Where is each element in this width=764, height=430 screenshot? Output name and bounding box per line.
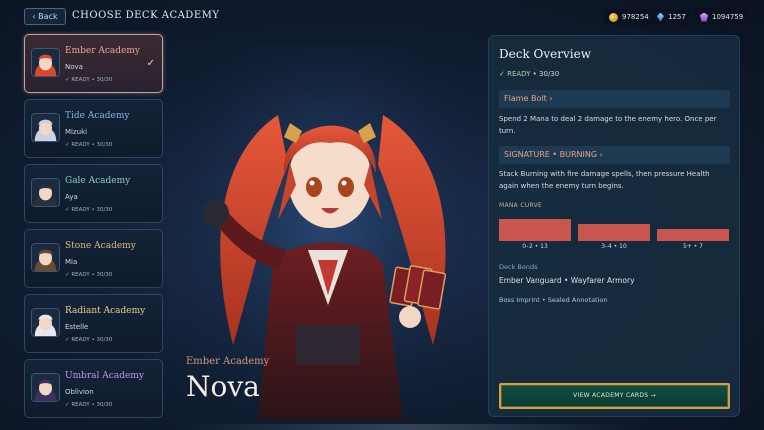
- hero-avatar: [31, 178, 60, 207]
- deck-overview-panel: Deck Overview ✓ READY • 30/30 Flame Bolt…: [488, 35, 740, 417]
- overview-status: ✓ READY • 30/30: [499, 70, 559, 78]
- gem-value: 1257: [668, 13, 686, 21]
- deck-bonds-label: Deck Bonds: [499, 263, 538, 271]
- screen-title: CHOOSE DECK ACADEMY: [72, 10, 220, 21]
- deck-bonds-list: Ember Vanguard • Wayfarer Armory: [499, 276, 635, 285]
- gem-currency: 1257: [652, 9, 691, 25]
- mana-curve-bar-label: 0–2 • 13: [522, 243, 548, 250]
- academy-card[interactable]: Ember Academy Nova ✓ READY • 30/30 ✓: [24, 34, 163, 93]
- academy-ready-status: ✓ READY • 30/30: [65, 272, 113, 278]
- academy-hero-name: Aya: [65, 193, 78, 201]
- academy-hero-name: Nova: [65, 63, 83, 71]
- academy-hero-name: Estelle: [65, 323, 89, 331]
- hero-avatar: [31, 373, 60, 402]
- academy-name: Radiant Academy: [65, 306, 146, 316]
- academy-card[interactable]: Stone Academy Mia ✓ READY • 30/30: [24, 229, 163, 288]
- hero-avatar: [31, 113, 60, 142]
- blue-gem-icon: [657, 12, 664, 22]
- academy-name: Gale Academy: [65, 176, 131, 186]
- top-bar: ‹ Back CHOOSE DECK ACADEMY 978254 1257 1…: [0, 0, 764, 34]
- deck-extras: Boss Imprint • Sealed Annotation: [499, 296, 608, 304]
- academy-name: Tide Academy: [65, 111, 130, 121]
- academy-name: Stone Academy: [65, 241, 136, 251]
- academy-card[interactable]: Umbral Academy Oblivion ✓ READY • 30/30: [24, 359, 163, 418]
- hero-name-title: Nova: [186, 370, 260, 403]
- academy-hero-name: Oblivion: [65, 388, 94, 396]
- academy-card[interactable]: Gale Academy Aya ✓ READY • 30/30: [24, 164, 163, 223]
- hero-academy-label: Ember Academy: [186, 356, 270, 367]
- ready-indicator: ✓ READY: [499, 70, 531, 78]
- bottom-divider: [178, 424, 638, 430]
- back-button[interactable]: ‹ Back: [24, 8, 66, 25]
- gold-coin-icon: [609, 12, 618, 22]
- academy-ready-status: ✓ READY • 30/30: [65, 337, 113, 343]
- mana-curve-bar: [657, 229, 729, 241]
- hero-avatar: [31, 308, 60, 337]
- hero-avatar: [31, 48, 60, 77]
- academy-ready-status: ✓ READY • 30/30: [65, 77, 113, 83]
- mana-curve-bar-label: 3–4 • 10: [601, 243, 627, 250]
- hero-avatar: [31, 243, 60, 272]
- academy-hero-name: Mia: [65, 258, 78, 266]
- academy-card[interactable]: Radiant Academy Estelle ✓ READY • 30/30: [24, 294, 163, 353]
- card-count: • 30/30: [530, 70, 560, 78]
- ability-flame-bolt-header[interactable]: Flame Bolt ›: [499, 90, 730, 108]
- academy-card[interactable]: Tide Academy Mizuki ✓ READY • 30/30: [24, 99, 163, 158]
- ability-flame-bolt-description: Spend 2 Mana to deal 2 damage to the ene…: [499, 115, 717, 135]
- academy-name: Umbral Academy: [65, 371, 144, 381]
- signature-burning-description: Stack Burning with fire damage spells, t…: [499, 170, 710, 190]
- gold-currency: 978254: [604, 9, 654, 25]
- academy-ready-status: ✓ READY • 30/30: [65, 142, 113, 148]
- academy-ready-status: ✓ READY • 30/30: [65, 207, 113, 213]
- mana-curve-bar: [499, 219, 571, 241]
- purple-crystal-icon: [700, 12, 708, 22]
- crystal-currency: 1094759: [695, 9, 749, 25]
- mana-curve-bar: [578, 224, 650, 241]
- crystal-value: 1094759: [712, 13, 744, 21]
- gold-value: 978254: [622, 13, 649, 21]
- selected-check-icon: ✓: [146, 58, 155, 69]
- academy-name: Ember Academy: [65, 46, 140, 56]
- academy-ready-status: ✓ READY • 30/30: [65, 402, 113, 408]
- view-academy-cards-button[interactable]: VIEW ACADEMY CARDS →: [499, 383, 730, 409]
- mana-curve-label: MANA CURVE: [499, 202, 543, 209]
- mana-curve-bar-label: 5+ • 7: [682, 243, 703, 250]
- overview-title: Deck Overview: [499, 47, 591, 61]
- academy-hero-name: Mizuki: [65, 128, 88, 136]
- signature-burning-header[interactable]: SIGNATURE • BURNING ›: [499, 146, 730, 164]
